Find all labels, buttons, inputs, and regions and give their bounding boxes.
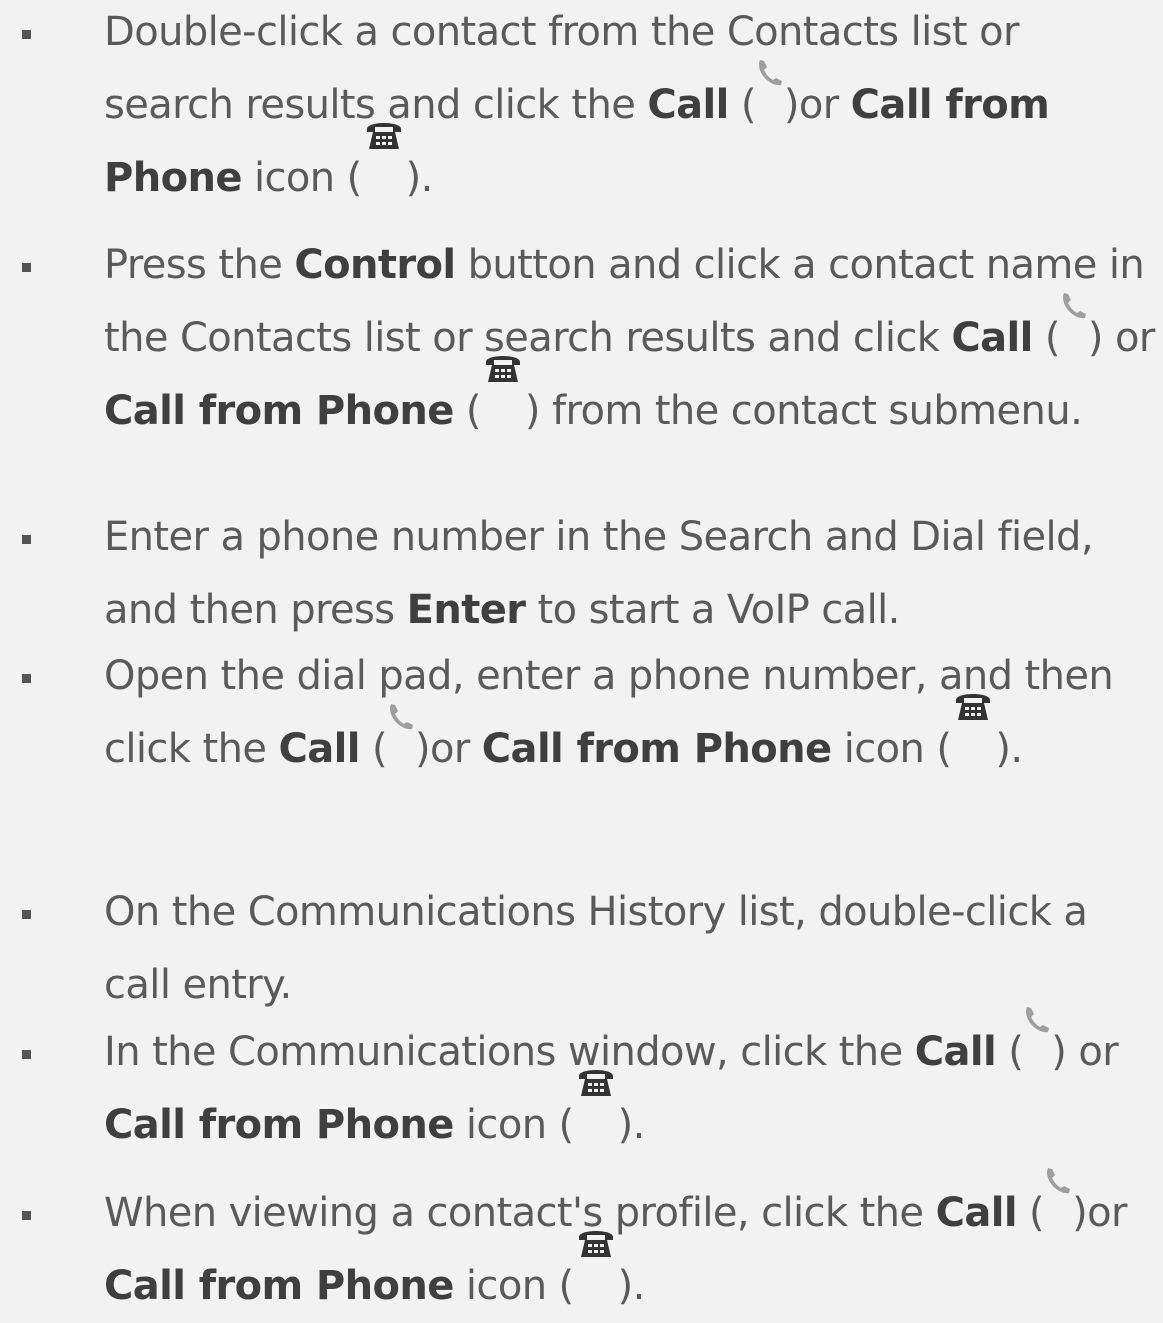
text: icon ( [831,726,952,772]
bullet-marker [22,1016,32,1089]
deskphone-icon [364,123,404,191]
text: In the Communications window, click the [104,1029,915,1075]
document-page: Double-click a contact from the Contacts… [0,0,1163,1309]
text: ) or [1051,1029,1131,1075]
deskphone-icon [483,356,523,424]
text: icon ( [453,1102,574,1148]
bullet-marker [22,640,32,713]
text: ). [617,1263,646,1309]
handset-icon [387,704,415,762]
bold-term: Call [647,82,729,128]
text: to start a VoIP call. [525,587,901,633]
deskphone-icon [953,694,993,762]
handset-icon [756,60,784,118]
bold-term: Call from Phone [104,388,454,434]
list-item: Enter a phone number in the Search and D… [0,501,1163,647]
text: icon ( [241,155,362,201]
text: )or [783,82,851,128]
bold-term: Call [278,726,360,772]
list-item: Double-click a contact from the Contacts… [0,0,1163,215]
text: ( [453,388,482,434]
bullet-marker [22,1177,32,1250]
handset-icon [1060,293,1088,351]
bold-term: Control [294,242,456,288]
list-item: In the Communications window, click the … [0,1007,1163,1162]
bold-term: Call from Phone [104,1263,454,1309]
text: ( [359,726,388,772]
text: ). [617,1102,646,1148]
list-item: Open the dial pad, enter a phone number,… [0,640,1163,786]
deskphone-icon [576,1231,616,1299]
bullet-marker [22,876,32,949]
text: When viewing a contact's profile, click … [104,1190,936,1236]
text: )or [1072,1190,1139,1236]
text: ). [995,726,1023,772]
bold-term: Call [914,1029,997,1075]
bold-term: Call [951,315,1033,361]
text: )or [414,726,482,772]
bullet-marker [22,0,32,69]
text: ( [1032,315,1061,361]
text: ). [405,155,434,201]
text: On the Communications History list, doub… [104,889,1100,1008]
deskphone-icon [576,1070,616,1138]
bold-term: Call from Phone [104,1102,454,1148]
list-item: Press the Control button and click a con… [0,229,1163,448]
text: ) or [1087,315,1155,361]
list-item: On the Communications History list, doub… [0,876,1163,1022]
text: ( [1016,1190,1045,1236]
handset-icon [1044,1168,1072,1226]
bold-term: Call from Phone [481,726,832,772]
list-item: When viewing a contact's profile, click … [0,1168,1163,1323]
bold-term: Call [935,1190,1018,1236]
text: ( [996,1029,1024,1075]
text: icon ( [453,1263,574,1309]
bullet-marker [22,229,32,302]
bold-term: Enter [406,587,526,633]
bullet-marker [22,501,32,574]
handset-icon [1023,1007,1051,1065]
text: Press the [104,242,295,288]
text: ) from the contact submenu. [524,388,1083,434]
text: ( [728,82,757,128]
